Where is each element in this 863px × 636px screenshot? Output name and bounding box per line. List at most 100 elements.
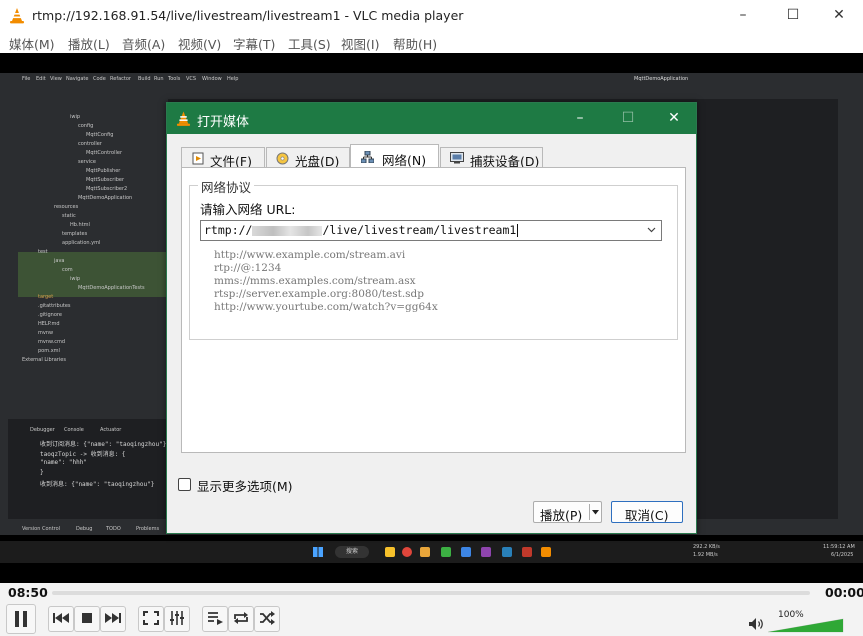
ide-tree-item: resources — [54, 204, 79, 210]
remaining-time: 00:00 — [825, 585, 863, 600]
stop-button[interactable] — [74, 606, 100, 632]
vlc-cone-icon — [10, 8, 24, 24]
dialog-minimize-button[interactable]: – — [568, 107, 592, 129]
ide-tree-highlight — [18, 270, 166, 279]
maximize-button[interactable]: ☐ — [782, 4, 804, 26]
ide-tree-item: iwip — [70, 276, 81, 282]
network-protocol-title: 网络协议 — [198, 177, 255, 196]
ide-tree-item: HELP.md — [38, 321, 60, 327]
app-icon — [502, 547, 512, 557]
menu-playback[interactable]: 播放(L) — [68, 34, 110, 53]
elapsed-time: 08:50 — [8, 585, 48, 600]
vlc-cone-icon — [176, 111, 191, 126]
ide-tree-item: iwip — [70, 114, 81, 120]
cancel-button[interactable]: 取消(C) — [611, 501, 683, 523]
ide-bottom-tab: Version Control — [22, 526, 61, 532]
tab-file[interactable]: 文件(F) — [181, 147, 265, 169]
ide-tree-item: MqttSubscriber2 — [86, 186, 128, 192]
ide-tree-item: com — [62, 267, 73, 273]
ide-project-tree: iwip config MqttConfig controller MqttCo… — [8, 99, 166, 411]
menu-subtitle[interactable]: 字幕(T) — [233, 34, 275, 53]
menu-audio[interactable]: 音频(A) — [122, 34, 165, 53]
windows-start-icon — [313, 547, 323, 557]
taskbar-search: 搜索 — [335, 546, 369, 558]
app-icon — [522, 547, 532, 557]
ide-tree-item: pom.xml — [38, 348, 60, 354]
tab-capture-device[interactable]: 捕获设备(D) — [440, 147, 543, 169]
volume-slider[interactable] — [768, 618, 844, 633]
ide-console-line: "name": "hhh" — [40, 459, 87, 466]
url-example: rtsp://server.example.org:8080/test.sdp — [214, 288, 424, 300]
ide-menu-item: VCS — [186, 76, 197, 82]
tab-network[interactable]: 网络(N) — [350, 144, 439, 169]
menu-media[interactable]: 媒体(M) — [9, 34, 55, 53]
play-button[interactable]: 播放(P) — [533, 501, 602, 523]
playlist-button[interactable] — [202, 606, 228, 632]
network-url-input[interactable]: rtmp:// /live/livestream/livestream1 — [200, 220, 662, 241]
ide-tree-item: templates — [62, 231, 88, 237]
loop-icon — [234, 612, 248, 624]
ide-menu-item: Navigate — [66, 76, 89, 82]
dialog-close-button[interactable]: ✕ — [662, 107, 686, 129]
menu-video[interactable]: 视频(V) — [178, 34, 221, 53]
ide-menu-item: View — [50, 76, 62, 82]
ide-tree-item: static — [62, 213, 76, 219]
ide-bottom-tab: Debug — [76, 526, 93, 532]
ide-menu-item: Code — [93, 76, 106, 82]
ide-tree-item: External Libraries — [22, 357, 66, 363]
url-example: mms://mms.examples.com/stream.asx — [214, 275, 416, 287]
open-media-dialog: 打开媒体 – ☐ ✕ 文件(F) 光盘(D) 网络(N) 捕获设备(D) 网络协… — [166, 102, 697, 534]
fullscreen-button[interactable] — [138, 606, 164, 632]
ide-debug-tab: Debugger — [30, 427, 55, 433]
ide-tree-item: MqttPublisher — [86, 168, 121, 174]
ide-tree-item: test — [38, 249, 48, 255]
url-host-redacted — [252, 225, 323, 236]
file-icon — [192, 152, 204, 165]
ide-tree-item: target — [38, 294, 54, 300]
show-more-options-checkbox[interactable] — [178, 478, 191, 491]
net-up-speed: 292.2 KB/s — [693, 544, 720, 550]
capture-device-icon — [450, 152, 464, 164]
loop-button[interactable] — [228, 606, 254, 632]
chevron-down-icon[interactable] — [646, 224, 657, 235]
seek-slider[interactable] — [52, 591, 810, 595]
speaker-icon[interactable] — [748, 617, 764, 631]
dialog-title: 打开媒体 — [197, 115, 250, 130]
streamed-taskbar: 搜索 292.2 KB/s 1.92 MB/s 11:59:12 AM 6/1/… — [0, 541, 863, 563]
dialog-title-bar: 打开媒体 – ☐ ✕ — [167, 103, 696, 134]
previous-icon — [53, 613, 69, 623]
shuffle-icon — [260, 611, 275, 625]
clock-date: 6/1/2025 — [831, 552, 854, 558]
minimize-button[interactable]: – — [732, 4, 754, 26]
pause-button[interactable] — [6, 604, 36, 634]
app-icon — [420, 547, 430, 557]
ide-tree-item: controller — [78, 141, 102, 147]
app-icon — [461, 547, 471, 557]
previous-button[interactable] — [48, 606, 74, 632]
ide-menu-bar: File Edit View Navigate Code Refactor Bu… — [0, 73, 863, 87]
show-more-options-label[interactable]: 显示更多选项(M) — [197, 476, 293, 495]
ide-tree-item: Hb.html — [70, 222, 90, 228]
close-button[interactable]: ✕ — [828, 4, 850, 26]
url-path: /live/livestream/livestream1 — [322, 223, 517, 237]
title-bar: rtmp://192.168.91.54/live/livestream/liv… — [0, 0, 863, 31]
next-button[interactable] — [100, 606, 126, 632]
ide-tree-item: MqttController — [86, 150, 123, 156]
ide-app-icon — [481, 547, 491, 557]
ide-tree-item: MqttSubscriber — [86, 177, 125, 183]
menu-view[interactable]: 视图(I) — [341, 34, 379, 53]
menu-tools[interactable]: 工具(S) — [288, 34, 331, 53]
ide-debug-tab: Console — [64, 427, 84, 433]
play-button-divider — [589, 504, 590, 520]
menu-help[interactable]: 帮助(H) — [393, 34, 437, 53]
tab-disc[interactable]: 光盘(D) — [266, 147, 350, 169]
ide-menu-item: Build — [138, 76, 151, 82]
dialog-maximize-button[interactable]: ☐ — [616, 107, 640, 129]
caret-down-icon[interactable] — [591, 508, 600, 516]
network-icon — [361, 151, 374, 163]
play-button-label: 播放(P) — [540, 508, 583, 523]
shuffle-button[interactable] — [254, 606, 280, 632]
extended-settings-button[interactable] — [164, 606, 190, 632]
ide-tree-item: mvnw — [38, 330, 54, 336]
url-prefix: rtmp:// — [204, 223, 253, 237]
